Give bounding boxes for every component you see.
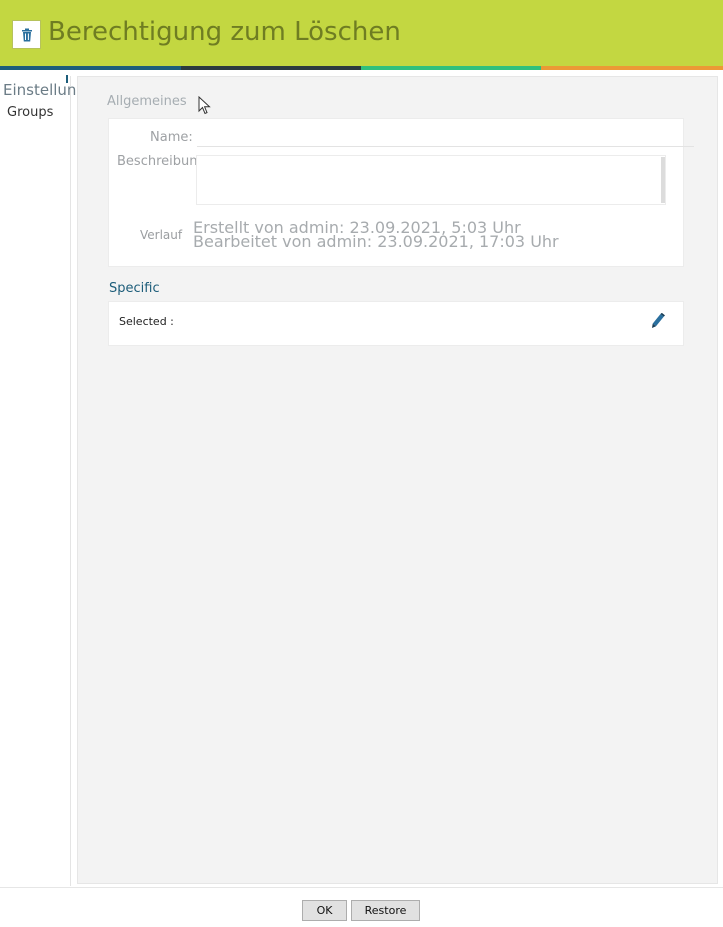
description-textarea[interactable] xyxy=(196,155,666,205)
sidebar-item-groups[interactable]: Groups xyxy=(7,105,53,120)
accent-stripe-orange xyxy=(541,66,723,70)
accent-stripe-blue xyxy=(0,66,181,70)
sidebar xyxy=(1,76,71,886)
section-title-specific: Specific xyxy=(109,281,160,296)
description-scrollbar[interactable] xyxy=(661,157,665,203)
selected-label: Selected : xyxy=(119,315,174,328)
history-label: Verlauf xyxy=(140,228,183,242)
restore-button[interactable]: Restore xyxy=(351,900,420,921)
accent-stripe-dark xyxy=(181,66,361,70)
specific-panel xyxy=(108,301,684,346)
pencil-icon[interactable] xyxy=(650,312,666,330)
accent-stripe-green xyxy=(361,66,541,70)
trash-icon xyxy=(12,20,41,49)
name-label: Name: xyxy=(150,130,193,145)
window-title: Berechtigung zum Löschen xyxy=(48,17,401,47)
ok-button[interactable]: OK xyxy=(302,900,347,921)
history-edited: Bearbeitet von admin: 23.09.2021, 17:03 … xyxy=(193,232,559,251)
mouse-cursor-icon xyxy=(198,95,212,116)
section-title-general: Allgemeines xyxy=(107,94,187,109)
name-input[interactable] xyxy=(197,128,694,147)
